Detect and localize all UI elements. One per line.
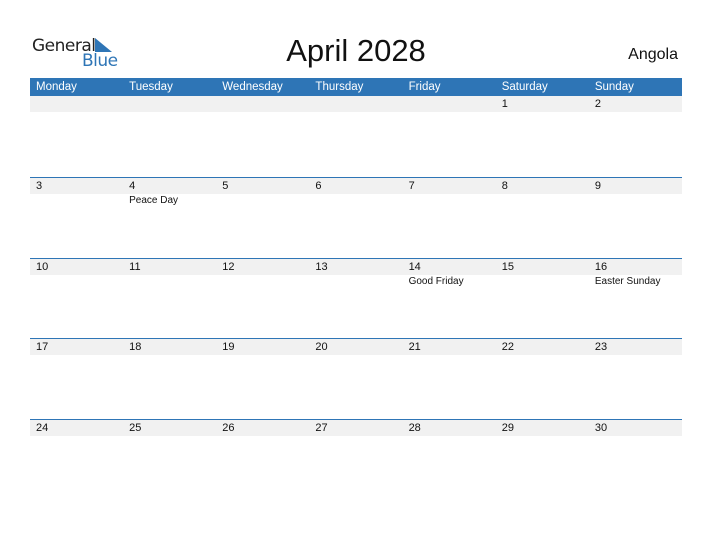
day-cell [216, 96, 309, 112]
day-cell: 18 [123, 339, 216, 355]
day-number: 19 [222, 341, 235, 353]
day-number: 29 [501, 421, 514, 434]
day-cell [403, 96, 496, 112]
day-cell: 17 [30, 339, 123, 355]
day-number [129, 96, 216, 112]
day-cell: 3 [30, 178, 123, 207]
holiday-label: Easter Sunday [594, 275, 661, 287]
day-number: 30 [594, 421, 608, 434]
day-cell: 11 [123, 259, 216, 288]
day-number: 25 [129, 421, 142, 434]
day-number: 4 [129, 180, 136, 192]
day-cell: 25 [123, 420, 216, 436]
day-number: 22 [501, 341, 514, 353]
day-number: 5 [222, 180, 229, 192]
weekday-saturday: Saturday [501, 81, 548, 93]
day-cell: 13 [309, 259, 402, 288]
day-number: 9 [594, 180, 601, 192]
day-cell [309, 96, 402, 112]
day-cell [30, 96, 123, 112]
day-number: 8 [501, 180, 508, 192]
day-number: 18 [129, 341, 142, 353]
weekday-tuesday: Tuesday [129, 81, 173, 93]
day-number [315, 96, 402, 112]
week-row: 12 [30, 96, 682, 177]
day-cell: 21 [403, 339, 496, 355]
day-cell: 12 [216, 259, 309, 288]
calendar-grid: Monday Tuesday Wednesday Thursday Friday Satu… [30, 78, 682, 499]
day-cell: 28 [403, 420, 496, 436]
day-number [36, 96, 123, 112]
day-number: 1 [501, 98, 508, 110]
day-number: 13 [315, 260, 328, 273]
day-number: 23 [594, 341, 608, 353]
day-cell: 10 [30, 259, 123, 288]
week-row: 10 11 12 13 14 Good Friday 15 16 Easter Sunday [30, 257, 682, 339]
weekday-thursday: Thursday [315, 81, 364, 93]
day-number: 15 [501, 260, 514, 273]
weekday-monday: Monday [36, 81, 77, 93]
day-cell: 30 [589, 420, 682, 436]
day-cell: 19 [216, 339, 309, 355]
day-number [222, 96, 309, 112]
day-cell: 23 [589, 339, 682, 355]
holiday-label: Peace Day [129, 195, 179, 206]
day-cell: 24 [30, 420, 123, 436]
day-number: 24 [36, 421, 49, 434]
day-cell: 20 [309, 339, 402, 355]
day-cell: 1 [496, 96, 589, 112]
day-number: 16 [594, 260, 608, 273]
holiday-label: Good Friday [408, 275, 464, 287]
day-cell: 5 [216, 178, 309, 207]
day-cell: 26 [216, 420, 309, 436]
day-number: 27 [315, 421, 328, 434]
country-label: Angola [628, 46, 678, 63]
day-cell: 4 Peace Day [123, 178, 216, 207]
week-row: 17 18 19 20 21 22 23 [30, 338, 682, 419]
day-cell: 27 [309, 420, 402, 436]
day-cell: 6 [309, 178, 402, 207]
day-number: 3 [36, 180, 43, 192]
week-row: 3 4 Peace Day 5 6 7 8 9 [30, 177, 682, 258]
weekday-friday: Friday [408, 81, 441, 93]
day-cell: 9 [589, 178, 682, 207]
day-number: 10 [36, 260, 49, 273]
day-number: 12 [222, 260, 235, 273]
day-cell: 15 [496, 259, 589, 288]
day-number: 17 [36, 341, 49, 353]
day-number: 2 [594, 98, 601, 110]
weekday-wednesday: Wednesday [222, 81, 283, 93]
day-number: 7 [408, 180, 415, 192]
day-cell [123, 96, 216, 112]
day-cell: 7 [403, 178, 496, 207]
day-cell: 16 Easter Sunday [589, 259, 682, 288]
day-cell: 22 [496, 339, 589, 355]
day-number [409, 96, 496, 112]
day-cell: 29 [496, 420, 589, 436]
day-cell: 14 Good Friday [403, 259, 496, 288]
day-number: 11 [129, 260, 141, 273]
day-number: 21 [408, 341, 421, 353]
week-row: 24 25 26 27 28 29 30 [30, 418, 682, 500]
day-number: 26 [222, 421, 235, 434]
calendar-title: April 2028 [286, 33, 426, 68]
day-number: 14 [408, 260, 421, 273]
day-cell: 8 [496, 178, 589, 207]
day-number: 20 [315, 341, 328, 353]
day-number: 28 [408, 421, 421, 434]
day-cell: 2 [589, 96, 682, 112]
weekday-header: Monday Tuesday Wednesday Thursday Friday Satu… [30, 78, 682, 96]
weekday-sunday: Sunday [594, 81, 634, 93]
day-number: 6 [315, 180, 322, 192]
